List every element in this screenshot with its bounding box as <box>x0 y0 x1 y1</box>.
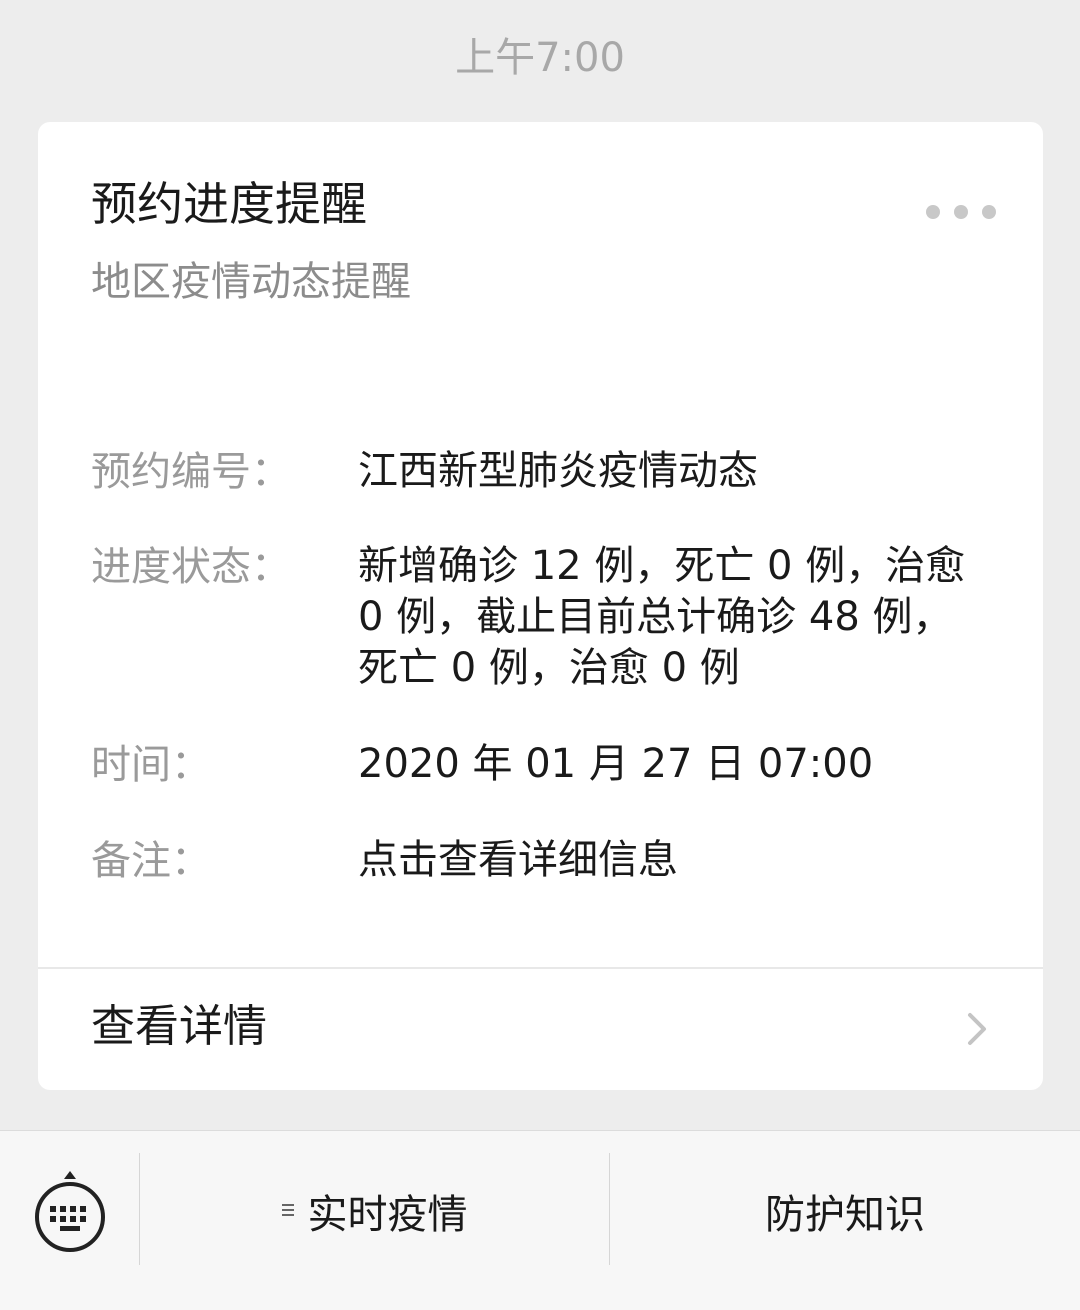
field-value-progress-status: 新增确诊 12 例，死亡 0 例，治愈 0 例，截止目前总计确诊 48 例，死亡… <box>358 543 966 691</box>
ellipsis-icon <box>982 205 996 219</box>
menu-protection-knowledge-label: 防护知识 <box>765 1192 925 1238</box>
field-value-booking-number: 江西新型肺炎疫情动态 <box>358 448 758 494</box>
field-value-remark: 点击查看详细信息 <box>358 837 678 883</box>
more-options-button[interactable] <box>926 200 996 224</box>
view-details-label: 查看详情 <box>91 1001 267 1052</box>
card-title: 预约进度提醒 <box>91 177 367 231</box>
message-timestamp: 上午7:00 <box>455 35 625 81</box>
chevron-right-icon <box>968 1013 986 1045</box>
field-label-remark: 备注： <box>91 838 211 884</box>
ellipsis-icon <box>954 205 968 219</box>
field-label-booking-number: 预约编号： <box>91 449 291 495</box>
field-label-time: 时间： <box>91 742 211 788</box>
menu-realtime-epidemic-label: 实时疫情 <box>307 1192 468 1238</box>
field-value-time: 2020 年 01 月 27 日 07:00 <box>358 741 874 787</box>
template-message-card[interactable]: 预约进度提醒 地区疫情动态提醒 预约编号： 江西新型肺炎疫情动态 进度状态： 新… <box>38 122 1043 1090</box>
submenu-icon <box>281 1204 296 1218</box>
card-subtitle: 地区疫情动态提醒 <box>91 259 411 305</box>
view-details-link[interactable]: 查看详情 <box>38 969 1043 1090</box>
service-menu-bar: 实时疫情 防护知识 <box>0 1130 1080 1310</box>
field-label-progress-status: 进度状态： <box>91 544 291 590</box>
menu-protection-knowledge[interactable]: 防护知识 <box>610 1131 1080 1291</box>
keyboard-icon[interactable] <box>30 1169 110 1257</box>
ellipsis-icon <box>926 205 940 219</box>
menu-realtime-epidemic[interactable]: 实时疫情 <box>140 1131 609 1291</box>
